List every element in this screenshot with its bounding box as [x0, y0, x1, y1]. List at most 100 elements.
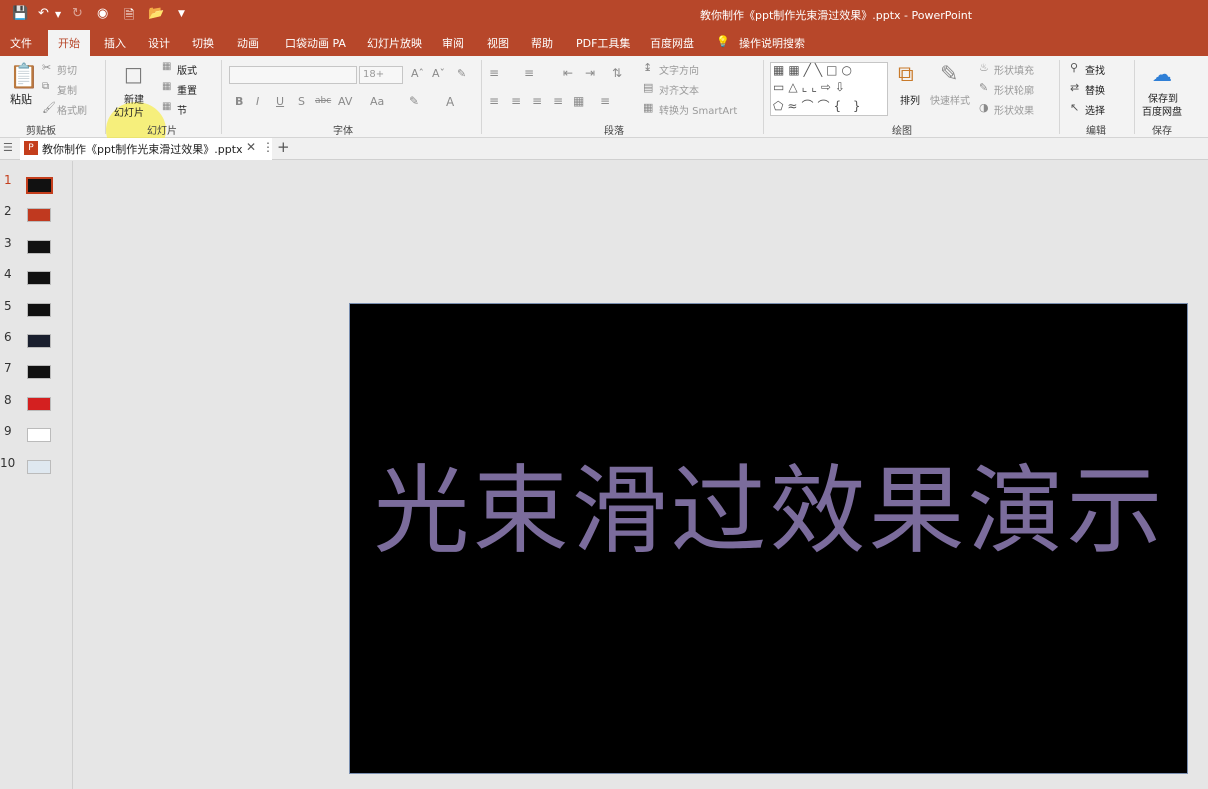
slide-thumbnail[interactable] — [27, 428, 51, 442]
baidu-netdisk-icon[interactable]: ☁ — [1152, 62, 1172, 86]
reset-button[interactable]: 重置 — [177, 82, 197, 97]
lightbulb-icon: 💡 — [716, 35, 730, 48]
customize-qat-icon[interactable]: ▼ — [178, 9, 185, 19]
bullets-icon[interactable]: ≡ — [489, 66, 499, 80]
fill-icon: ♨ — [979, 61, 989, 74]
arrange-button[interactable]: 排列 — [900, 92, 920, 107]
text-direction-button[interactable]: 文字方向 — [659, 62, 699, 77]
add-tab-icon[interactable]: + — [277, 138, 290, 156]
slide-thumbnail[interactable] — [27, 460, 51, 474]
justify-icon[interactable]: ≡ — [553, 94, 563, 108]
decrease-font-icon[interactable]: Aˇ — [432, 67, 445, 80]
present-icon[interactable]: ◉ — [97, 6, 108, 21]
reset-icon: ▦ — [162, 81, 172, 92]
replace-icon: ⇄ — [1070, 81, 1080, 94]
increase-indent-icon[interactable]: ⇥ — [585, 66, 595, 80]
slide-thumbnail[interactable] — [27, 334, 51, 348]
align-left-icon[interactable]: ≡ — [489, 94, 499, 108]
find-button[interactable]: 查找 — [1085, 62, 1105, 77]
layout-button[interactable]: 版式 — [177, 62, 197, 77]
strikethrough-button[interactable]: abc — [315, 96, 331, 106]
shapes-gallery[interactable]: ▦▦╱╲□○ ▭△⌞⌞⇨⇩ ⬠≈⌒⌒{ } — [770, 62, 888, 116]
font-family-combo[interactable] — [229, 66, 357, 84]
columns-icon[interactable]: ≡ — [600, 94, 610, 108]
section-button[interactable]: 节 — [177, 102, 187, 117]
paste-icon[interactable]: 📋 — [9, 62, 39, 90]
tab-transitions[interactable]: 切换 — [192, 35, 214, 51]
new-file-icon[interactable]: 🗎 — [124, 6, 134, 28]
cut-button[interactable]: 剪切 — [57, 62, 77, 77]
select-button[interactable]: 选择 — [1085, 102, 1105, 117]
tab-baidu-netdisk[interactable]: 百度网盘 — [650, 35, 694, 51]
tab-review[interactable]: 审阅 — [442, 35, 464, 51]
slide-thumbnail[interactable] — [27, 240, 51, 254]
arrange-icon[interactable]: ⧉ — [898, 62, 914, 87]
slide-number: 7 — [4, 361, 12, 375]
new-slide-label-2[interactable]: 幻灯片 — [114, 104, 144, 119]
shape-effects-button[interactable]: 形状效果 — [994, 102, 1034, 117]
close-icon[interactable]: ✕ — [246, 140, 256, 154]
open-folder-icon[interactable]: 📂 — [148, 6, 164, 21]
highlight-color-icon[interactable]: ✎ — [409, 94, 419, 108]
slide-canvas[interactable]: 光束滑过效果演示 — [349, 303, 1188, 774]
align-center-icon[interactable]: ≡ — [511, 94, 521, 108]
italic-button[interactable]: I — [256, 95, 259, 108]
slide-thumbnail[interactable] — [27, 397, 51, 411]
more-icon[interactable]: ⋮ — [262, 140, 274, 154]
slide-thumbnail[interactable] — [27, 271, 51, 285]
divider — [763, 60, 764, 134]
slide-title-text[interactable]: 光束滑过效果演示 — [350, 458, 1189, 565]
tell-me-search[interactable]: 操作说明搜索 — [739, 35, 805, 51]
quick-styles-icon[interactable]: ✎ — [940, 62, 958, 87]
distributed-icon[interactable]: ▦ — [573, 94, 584, 108]
bold-button[interactable]: B — [235, 95, 243, 108]
convert-smartart-button[interactable]: 转换为 SmartArt — [659, 102, 737, 117]
undo-icon[interactable]: ↶ — [38, 6, 49, 21]
slide-thumbnail[interactable] — [27, 303, 51, 317]
tab-slideshow[interactable]: 幻灯片放映 — [367, 35, 422, 51]
paste-button[interactable]: 粘贴 — [10, 91, 32, 107]
tab-animations[interactable]: 动画 — [237, 35, 259, 51]
underline-button[interactable]: U — [276, 95, 284, 108]
format-painter-button[interactable]: 格式刷 — [57, 102, 87, 117]
font-color-icon[interactable]: A — [446, 95, 454, 109]
replace-button[interactable]: 替换 — [1085, 82, 1105, 97]
slide-thumbnail-pane[interactable]: 1 2 3 4 5 6 7 8 9 10 — [0, 161, 73, 789]
undo-dropdown-icon[interactable]: ▼ — [55, 10, 61, 19]
tab-list-icon[interactable]: ☰ — [3, 141, 13, 154]
tab-pdf-tools[interactable]: PDF工具集 — [576, 35, 630, 51]
clipboard-group-label: 剪贴板 — [26, 126, 56, 137]
decrease-indent-icon[interactable]: ⇤ — [563, 66, 573, 80]
tab-file[interactable]: 文件 — [10, 35, 32, 51]
slide-thumbnail[interactable] — [27, 365, 51, 379]
tab-view[interactable]: 视图 — [487, 35, 509, 51]
text-direction-icon: ↨ — [643, 61, 653, 74]
line-spacing-icon[interactable]: ⇅ — [612, 66, 622, 80]
redo-icon[interactable]: ↻ — [72, 6, 83, 21]
increase-font-icon[interactable]: Aˆ — [411, 67, 424, 80]
change-case-icon[interactable]: Aa — [370, 95, 384, 108]
slide-thumbnail[interactable] — [26, 177, 53, 194]
outline-icon: ✎ — [979, 81, 989, 94]
align-text-button[interactable]: 对齐文本 — [659, 82, 699, 97]
document-tab[interactable]: P 教你制作《ppt制作光束滑过效果》.pptx ✕ ⋮ — [20, 138, 274, 160]
shape-outline-button[interactable]: 形状轮廓 — [994, 82, 1034, 97]
tab-design[interactable]: 设计 — [148, 35, 170, 51]
shape-fill-button[interactable]: 形状填充 — [994, 62, 1034, 77]
slide-thumbnail[interactable] — [27, 208, 51, 222]
tab-insert[interactable]: 插入 — [104, 35, 126, 51]
shadow-button[interactable]: S — [298, 95, 305, 108]
save-to-label-2[interactable]: 百度网盘 — [1142, 103, 1182, 118]
numbering-icon[interactable]: ≡ — [524, 66, 534, 80]
tab-pocket-animation[interactable]: 口袋动画 PA — [285, 35, 346, 51]
new-slide-icon[interactable]: □ — [124, 62, 143, 86]
save-icon[interactable]: 💾 — [12, 6, 28, 21]
copy-button[interactable]: 复制 — [57, 82, 77, 97]
tab-help[interactable]: 帮助 — [531, 35, 553, 51]
quick-styles-button[interactable]: 快速样式 — [930, 92, 970, 107]
align-right-icon[interactable]: ≡ — [532, 94, 542, 108]
char-spacing-icon[interactable]: AV — [338, 95, 352, 108]
font-size-combo[interactable]: 18+ — [359, 66, 403, 84]
tab-home[interactable]: 开始 — [48, 30, 90, 56]
clear-format-icon[interactable]: ✎ — [457, 67, 466, 80]
